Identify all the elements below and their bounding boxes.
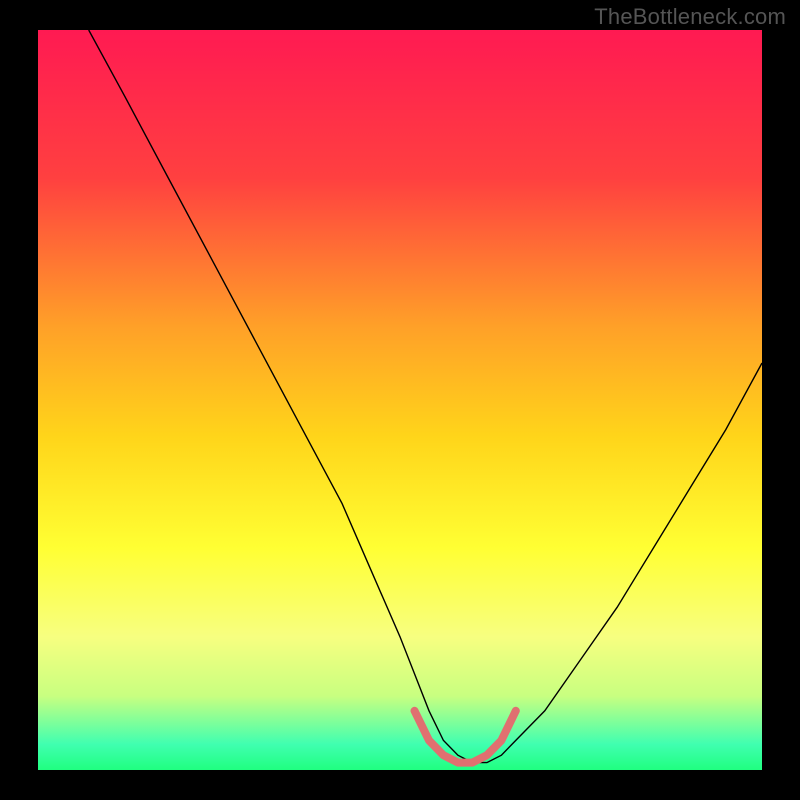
- watermark-text: TheBottleneck.com: [594, 4, 786, 30]
- chart-frame: TheBottleneck.com: [0, 0, 800, 800]
- chart-background: [38, 30, 762, 770]
- chart-svg: [38, 30, 762, 770]
- plot-area: [38, 30, 762, 770]
